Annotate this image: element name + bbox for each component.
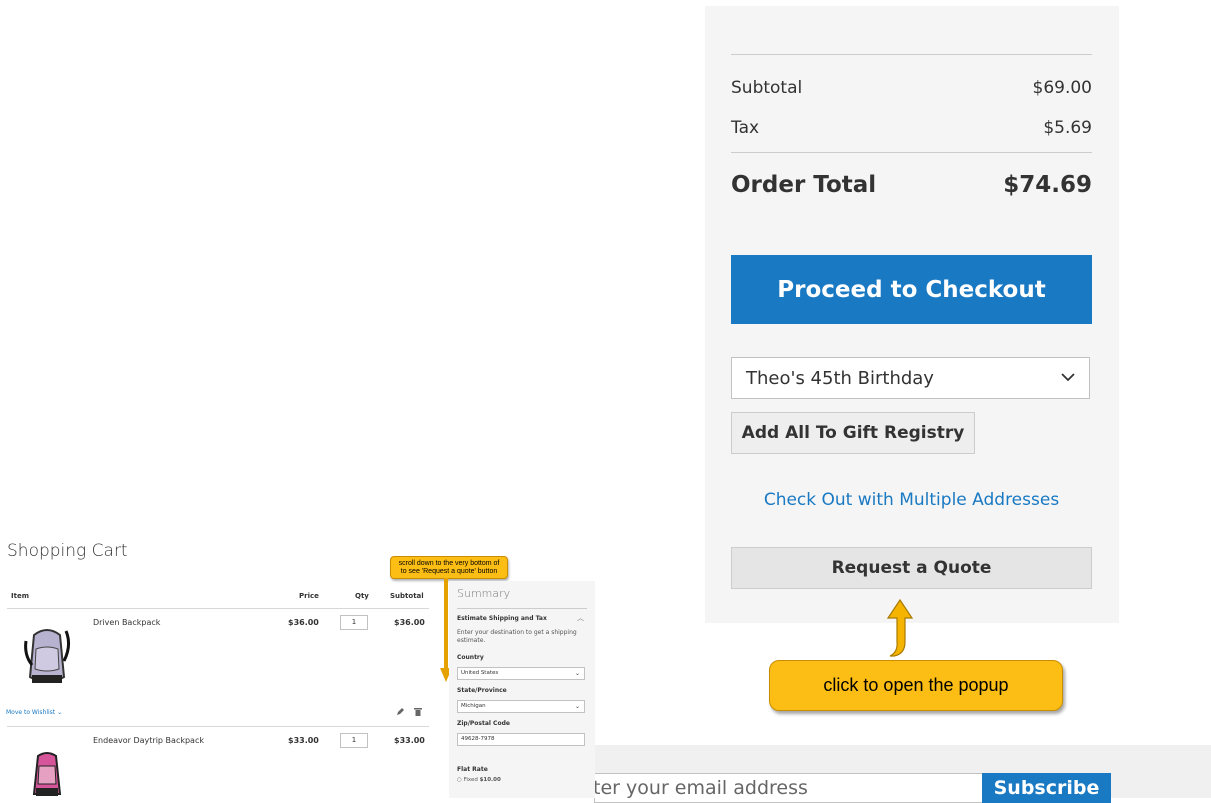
quantity-input[interactable]: 1 [340, 615, 368, 630]
fixed-label: Fixed [463, 777, 478, 783]
state-select[interactable]: Michigan ⌄ [457, 700, 585, 713]
newsletter-bar: Enter your email address Subscribe [590, 745, 1211, 803]
state-value: Michigan [461, 703, 486, 709]
chevron-down-icon [1061, 370, 1075, 386]
chevron-down-icon: ⌄ [57, 709, 63, 716]
summary-panel-small: Summary Estimate Shipping and Tax ︿ Ente… [449, 581, 595, 798]
product-name[interactable]: Driven Backpack [93, 618, 160, 627]
divider [7, 608, 429, 609]
move-to-wishlist-link[interactable]: Move to Wishlist ⌄ [6, 709, 62, 716]
up-arrow-icon [886, 598, 914, 657]
chevron-up-icon[interactable]: ︿ [577, 613, 584, 623]
popup-hint-callout: click to open the popup [769, 660, 1063, 711]
header-price: Price [299, 592, 319, 600]
divider [731, 54, 1092, 55]
page-title: Shopping Cart [7, 541, 128, 561]
divider [731, 152, 1092, 153]
divider [457, 608, 587, 609]
trash-icon[interactable] [414, 707, 422, 716]
request-a-quote-button[interactable]: Request a Quote [731, 547, 1092, 589]
subtotal-label: Subtotal [731, 78, 803, 98]
flat-rate-label: Flat Rate [457, 766, 488, 773]
product-thumbnail[interactable] [22, 625, 72, 689]
add-all-to-gift-registry-button[interactable]: Add All To Gift Registry [731, 412, 975, 454]
chevron-down-icon: ⌄ [574, 703, 580, 710]
move-to-wishlist-label: Move to Wishlist [6, 709, 56, 716]
header-subtotal: Subtotal [390, 592, 424, 600]
tax-row: Tax $5.69 [731, 118, 1092, 138]
checkout-multiple-addresses-link[interactable]: Check Out with Multiple Addresses [731, 490, 1092, 510]
subtotal-value: $69.00 [1032, 78, 1092, 98]
header-qty: Qty [355, 592, 369, 600]
product-price: $33.00 [288, 736, 319, 745]
edit-icon[interactable] [396, 707, 405, 716]
divider [7, 726, 429, 727]
scroll-hint-callout: scroll down to the very bottom of to see… [390, 556, 508, 579]
estimate-description: Enter your destination to get a shipping… [457, 629, 577, 644]
shipping-option-fixed[interactable]: ○ Fixed $10.00 [457, 777, 501, 783]
estimate-shipping-toggle[interactable]: Estimate Shipping and Tax [457, 615, 547, 622]
radio-icon[interactable]: ○ [457, 777, 462, 783]
proceed-to-checkout-button[interactable]: Proceed to Checkout [731, 255, 1092, 324]
gift-registry-selected: Theo's 45th Birthday [746, 367, 934, 389]
country-label: Country [457, 654, 484, 661]
state-label: State/Province [457, 687, 507, 694]
order-total-label: Order Total [731, 172, 877, 198]
country-value: United States [461, 670, 499, 676]
order-total-value: $74.69 [1003, 172, 1092, 198]
newsletter-email-input[interactable]: Enter your email address [594, 773, 982, 803]
subscribe-button[interactable]: Subscribe [982, 773, 1111, 803]
order-total-row: Order Total $74.69 [731, 172, 1092, 198]
summary-panel-zoomed: Subtotal $69.00 Tax $5.69 Order Total $7… [705, 6, 1119, 623]
product-price: $36.00 [288, 618, 319, 627]
product-name[interactable]: Endeavor Daytrip Backpack [93, 736, 204, 745]
scroll-hint-line: scroll down to the very bottom of [398, 560, 500, 567]
product-subtotal: $36.00 [394, 618, 425, 627]
tax-value: $5.69 [1043, 118, 1092, 138]
tax-label: Tax [731, 118, 760, 138]
country-select[interactable]: United States ⌄ [457, 667, 585, 680]
scroll-hint-line: to see 'Request a quote' button [400, 568, 498, 575]
product-thumbnail[interactable] [28, 750, 66, 798]
zip-input[interactable]: 49628-7978 [457, 733, 585, 746]
gift-registry-select[interactable]: Theo's 45th Birthday [731, 357, 1090, 399]
summary-title: Summary [457, 587, 511, 600]
chevron-down-icon: ⌄ [574, 670, 580, 677]
subtotal-row: Subtotal $69.00 [731, 78, 1092, 98]
product-subtotal: $33.00 [394, 736, 425, 745]
fixed-value: $10.00 [479, 777, 501, 783]
quantity-input[interactable]: 1 [340, 733, 368, 748]
header-item: Item [11, 592, 29, 600]
zip-label: Zip/Postal Code [457, 720, 510, 727]
